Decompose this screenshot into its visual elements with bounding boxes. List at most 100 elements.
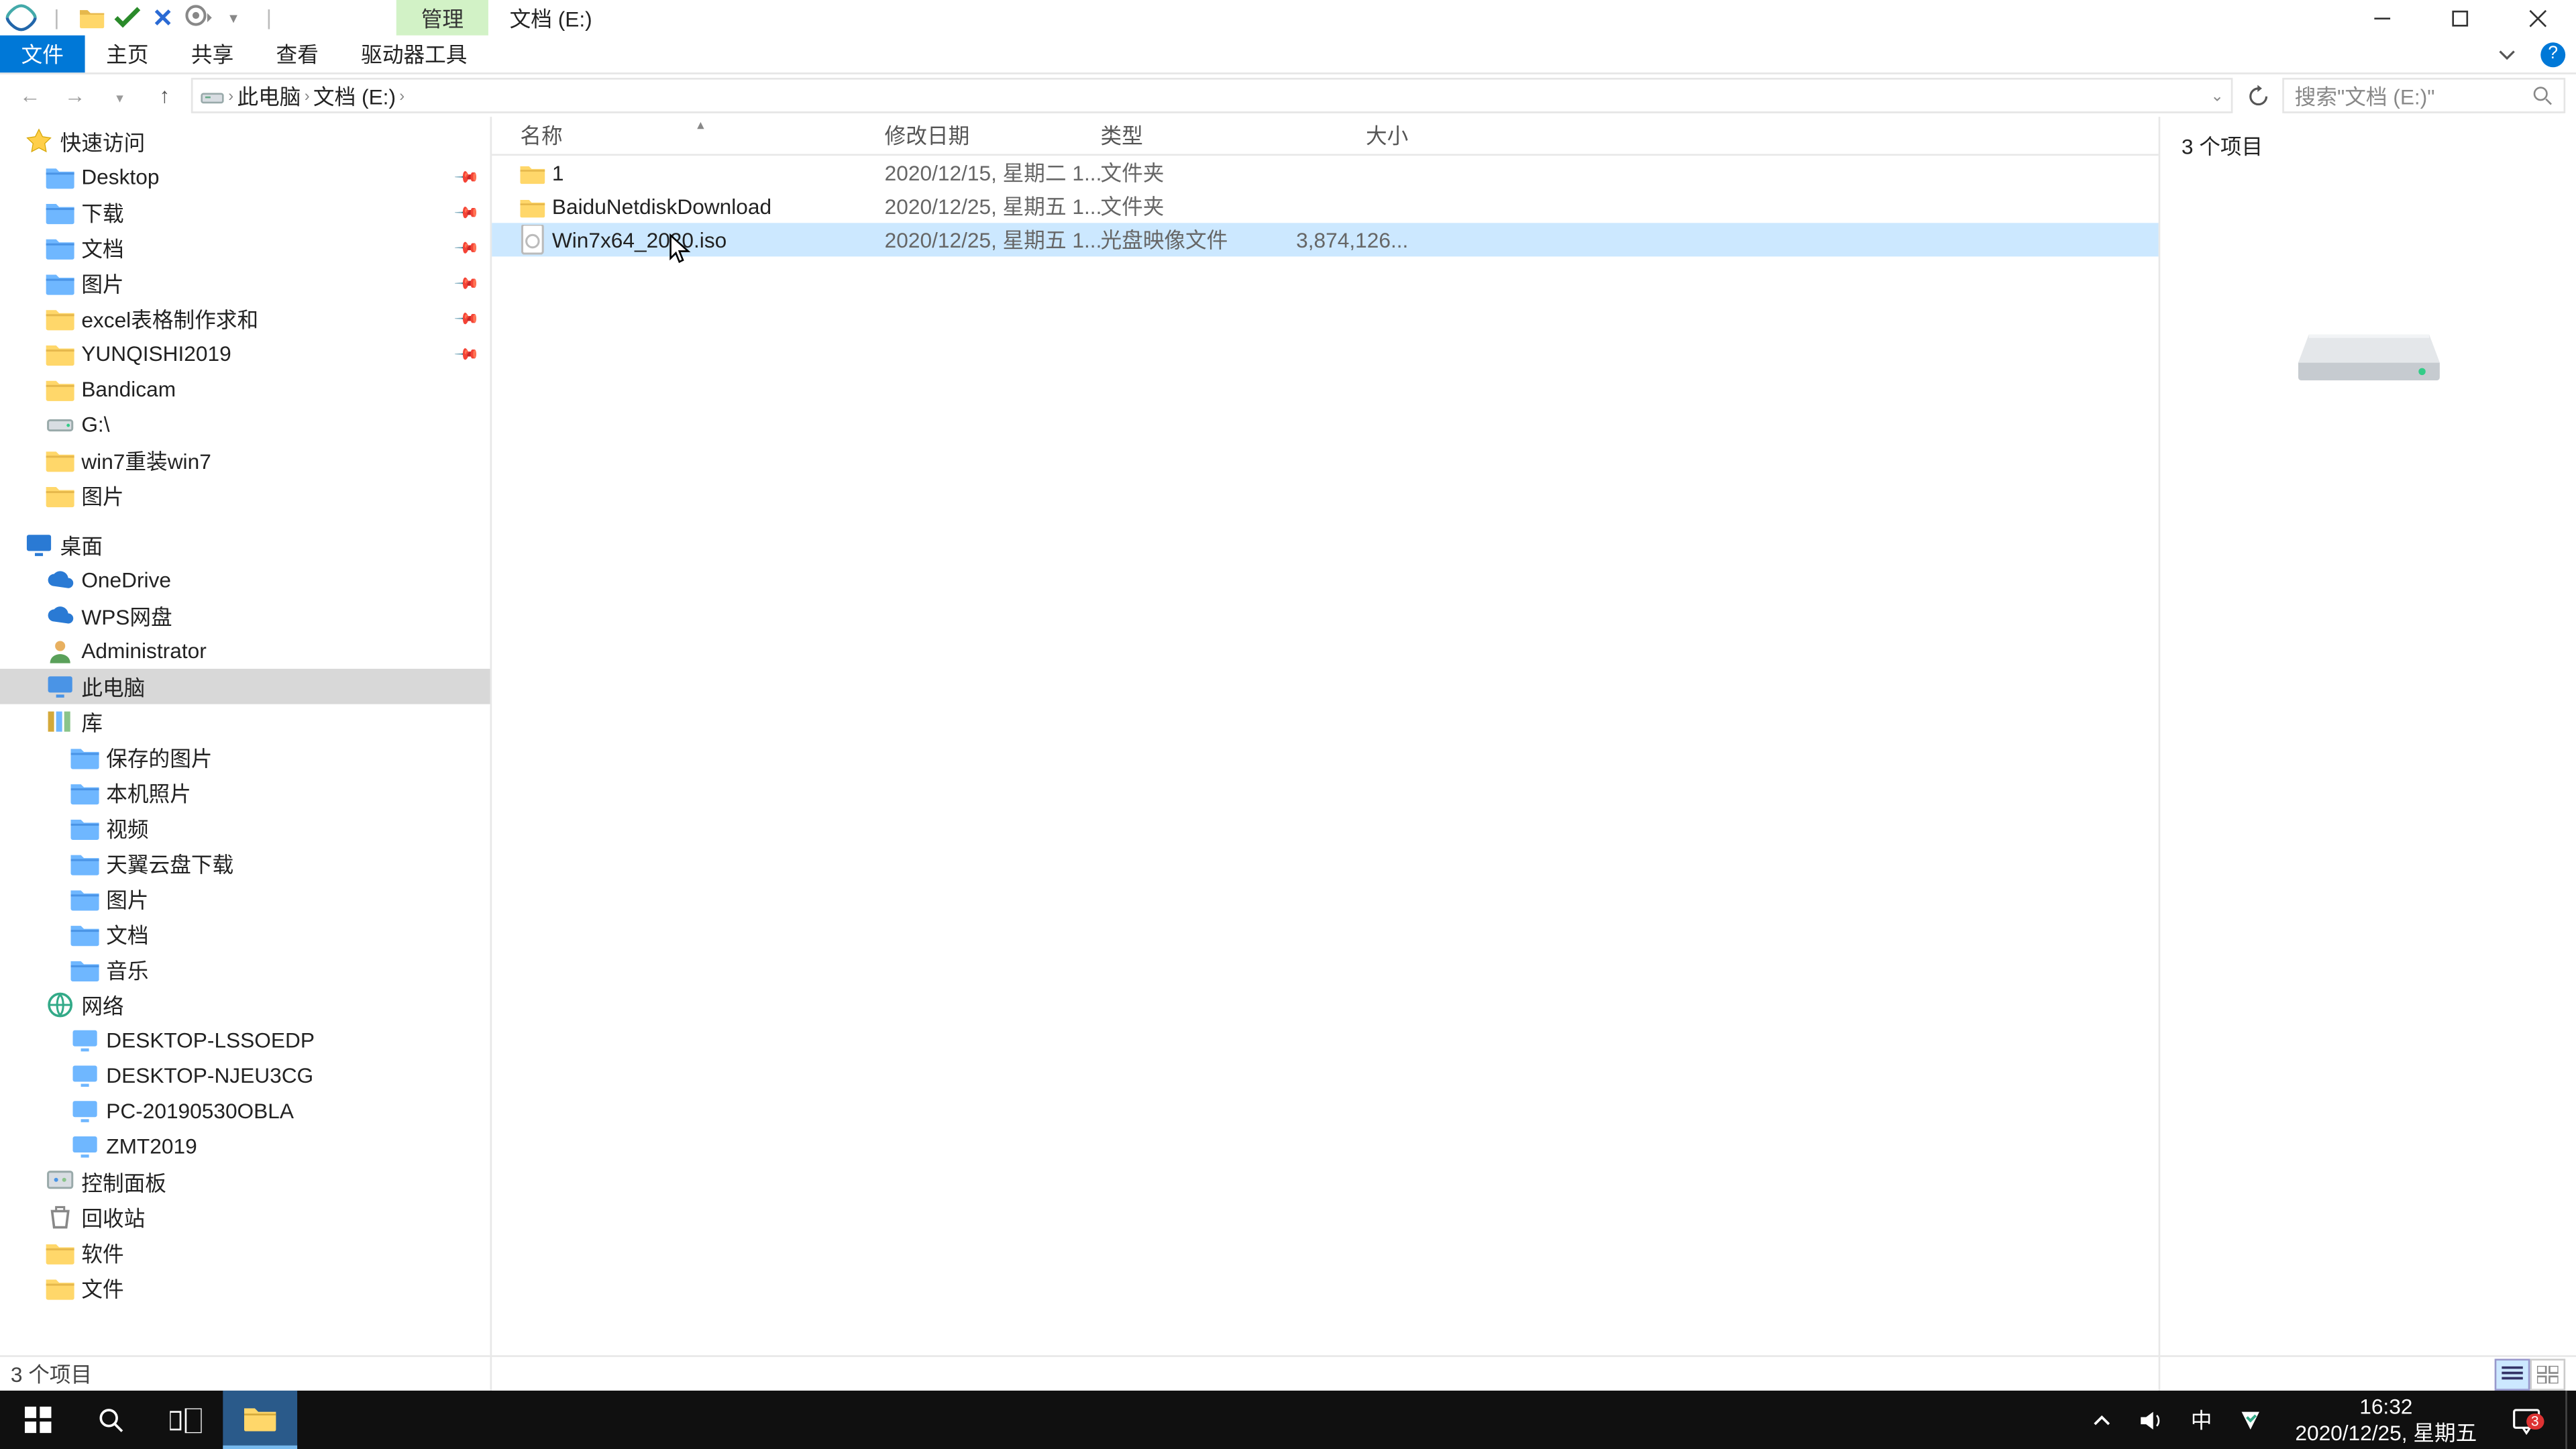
security-icon[interactable]	[2235, 1407, 2267, 1432]
tree-item[interactable]: OneDrive	[0, 563, 490, 598]
view-details-button[interactable]	[2495, 1358, 2530, 1389]
gear-dropdown-icon[interactable]	[182, 2, 214, 34]
pin-icon: 📌	[452, 234, 480, 262]
tree-item[interactable]: 文件	[0, 1271, 490, 1306]
tree-item[interactable]: 软件	[0, 1235, 490, 1271]
tab-file[interactable]: 文件	[0, 36, 85, 72]
tree-item[interactable]: 图片 📌	[0, 266, 490, 301]
nav-back-icon[interactable]: ←	[11, 83, 50, 108]
column-name[interactable]: 名称▴	[510, 120, 885, 150]
tree-item[interactable]: 图片	[0, 881, 490, 916]
drive-icon	[46, 411, 74, 439]
panel-icon	[46, 1168, 74, 1196]
folder-yellow-icon	[46, 339, 74, 368]
notification-badge: 3	[2526, 1413, 2544, 1429]
tray-overflow-icon[interactable]	[2086, 1411, 2118, 1428]
tree-item[interactable]: 此电脑	[0, 669, 490, 704]
tab-drive-tools[interactable]: 驱动器工具	[340, 36, 489, 72]
tree-quick-access[interactable]: 快速访问	[0, 124, 490, 160]
tree-item[interactable]: win7重装win7	[0, 442, 490, 478]
folder-blue-icon	[70, 814, 99, 842]
column-size[interactable]: 大小	[1277, 120, 1419, 150]
drive-large-icon	[2298, 303, 2439, 384]
tab-share[interactable]: 共享	[170, 36, 255, 72]
tree-item[interactable]: 文档	[0, 916, 490, 952]
help-button[interactable]: ?	[2530, 36, 2576, 72]
folder-yellow-icon	[46, 481, 74, 509]
x-blue-icon[interactable]: ✕	[147, 2, 178, 34]
folder-yellow-icon[interactable]	[76, 2, 107, 34]
column-type[interactable]: 类型	[1100, 120, 1277, 150]
tree-item[interactable]: 保存的图片	[0, 739, 490, 775]
tree-item[interactable]: G:\	[0, 407, 490, 443]
tree-item[interactable]: 文档 📌	[0, 230, 490, 266]
minimize-button[interactable]	[2343, 0, 2420, 36]
cloud-blue-icon	[46, 602, 74, 630]
contextual-tab-header: 管理	[396, 0, 488, 36]
nav-history-dropdown-icon[interactable]: ▾	[101, 91, 140, 107]
file-list[interactable]: 名称▴ 修改日期 类型 大小 1 2020/12/15, 星期二 1... 文件…	[492, 117, 2158, 1391]
column-date[interactable]: 修改日期	[885, 120, 1101, 150]
qat-dropdown-icon[interactable]: ▾	[217, 2, 249, 34]
tree-item[interactable]: 视频	[0, 810, 490, 846]
tree-item[interactable]: 控制面板	[0, 1164, 490, 1199]
tree-desktop[interactable]: 桌面	[0, 527, 490, 563]
tree-item[interactable]: YUNQISHI2019 📌	[0, 336, 490, 372]
file-row[interactable]: Win7x64_2020.iso 2020/12/25, 星期五 1... 光盘…	[492, 223, 2158, 256]
star-icon	[25, 127, 53, 156]
tree-item[interactable]: 图片	[0, 478, 490, 513]
tree-item[interactable]: DESKTOP-NJEU3CG	[0, 1058, 490, 1093]
show-desktop-button[interactable]	[2565, 1391, 2573, 1449]
tree-item[interactable]: DESKTOP-LSSOEDP	[0, 1022, 490, 1058]
tree-item[interactable]: 库	[0, 704, 490, 740]
tree-item[interactable]: 下载 📌	[0, 195, 490, 230]
path-dropdown-icon[interactable]: ⌄	[2210, 86, 2224, 105]
tab-view[interactable]: 查看	[255, 36, 340, 72]
tab-home[interactable]: 主页	[85, 36, 170, 72]
taskbar[interactable]: 中 16:32 2020/12/25, 星期五 3	[0, 1391, 2576, 1449]
taskbar-search-icon[interactable]	[74, 1391, 149, 1449]
file-row[interactable]: 1 2020/12/15, 星期二 1... 文件夹	[492, 156, 2158, 189]
folder-yellow-icon	[46, 375, 74, 403]
pc-net-icon	[70, 1097, 99, 1125]
check-green-icon[interactable]	[111, 2, 143, 34]
maximize-button[interactable]	[2420, 0, 2498, 36]
breadcrumb-segment[interactable]: 此电脑›	[237, 80, 309, 111]
tree-item[interactable]: 本机照片	[0, 775, 490, 810]
column-headers[interactable]: 名称▴ 修改日期 类型 大小	[492, 117, 2158, 156]
navigation-tree[interactable]: 快速访问 Desktop 📌 下载 📌 文档 📌 图片 📌 excel表格制作求…	[0, 117, 492, 1391]
tree-item[interactable]: 天翼云盘下载	[0, 846, 490, 881]
action-center-icon[interactable]: 3	[2506, 1405, 2548, 1434]
tree-item[interactable]: Desktop 📌	[0, 159, 490, 195]
tree-item[interactable]: ZMT2019	[0, 1129, 490, 1165]
folder-blue-icon	[70, 920, 99, 948]
tree-item[interactable]: 回收站	[0, 1199, 490, 1235]
tree-item[interactable]: excel表格制作求和 📌	[0, 301, 490, 336]
tree-network[interactable]: 网络	[0, 987, 490, 1023]
search-icon[interactable]	[2532, 85, 2553, 107]
close-button[interactable]	[2498, 0, 2576, 36]
nav-up-icon[interactable]: ↑	[145, 83, 184, 108]
chevron-right-icon[interactable]: ›	[228, 87, 233, 104]
view-thumbnails-button[interactable]	[2530, 1358, 2565, 1389]
breadcrumb-segment[interactable]: 文档 (E:)›	[313, 80, 405, 111]
tray-clock[interactable]: 16:32 2020/12/25, 星期五	[2285, 1395, 2488, 1446]
breadcrumb[interactable]: › 此电脑› 文档 (E:)› ⌄	[191, 78, 2233, 113]
ime-indicator[interactable]: 中	[2186, 1405, 2217, 1435]
tree-item[interactable]: Bandicam	[0, 372, 490, 407]
start-button[interactable]	[0, 1391, 74, 1449]
ribbon-expand-icon[interactable]	[2484, 36, 2530, 72]
folder-blue-icon	[46, 233, 74, 262]
tree-item[interactable]: 音乐	[0, 952, 490, 987]
volume-icon[interactable]	[2136, 1407, 2167, 1432]
quick-access-toolbar: | ✕ ▾ |	[0, 2, 290, 34]
file-row[interactable]: BaiduNetdiskDownload 2020/12/25, 星期五 1..…	[492, 189, 2158, 223]
tree-item[interactable]: Administrator	[0, 633, 490, 669]
system-tray[interactable]: 中 16:32 2020/12/25, 星期五 3	[2086, 1391, 2576, 1449]
task-view-icon[interactable]	[149, 1391, 223, 1449]
tree-item[interactable]: WPS网盘	[0, 598, 490, 633]
search-input[interactable]: 搜索"文档 (E:)"	[2282, 78, 2565, 113]
refresh-icon[interactable]	[2240, 84, 2275, 107]
tree-item[interactable]: PC-20190530OBLA	[0, 1093, 490, 1129]
taskbar-explorer[interactable]	[223, 1391, 297, 1449]
